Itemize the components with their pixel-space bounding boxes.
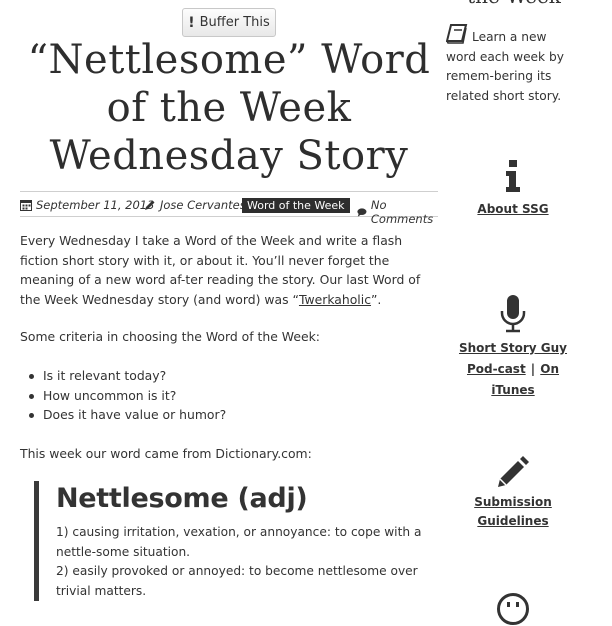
post-meta: September 11, 2013 Jose Cervantes Word o… <box>20 191 438 226</box>
criteria-intro: Some criteria in choosing the Word of th… <box>20 329 320 344</box>
list-item-text: Does it have value or humor? <box>43 407 227 422</box>
link-separator: | <box>530 362 536 376</box>
sidebar-item-submission: Submission Guidelines <box>446 455 580 531</box>
buffer-this-label: Buffer This <box>199 15 270 30</box>
list-item-text: Is it relevant today? <box>43 368 167 383</box>
microphone-icon <box>500 295 526 333</box>
info-icon <box>506 160 520 192</box>
post-title-line-2: of the Week <box>106 85 352 131</box>
about-ssg-link[interactable]: About SSG <box>477 200 548 219</box>
buffer-this-button[interactable]: ! Buffer This <box>182 8 276 37</box>
sidebar-intro: Learn a new word each week by remem-beri… <box>446 24 580 106</box>
face-icon <box>497 593 529 625</box>
sidebar-item-podcast: Short Story Guy Pod-cast | On iTunes <box>446 295 580 400</box>
sidebar-item-about: About SSG <box>446 160 580 219</box>
pencil-icon <box>145 200 155 210</box>
buffer-icon: ! <box>188 14 195 31</box>
book-icon <box>446 24 468 44</box>
definition-heading: Nettlesome (adj) <box>56 483 308 514</box>
bullet <box>29 413 34 418</box>
calendar-icon <box>20 200 32 211</box>
list-item: Does it have value or humor? <box>20 405 226 425</box>
post-title-line-1: “Nettlesome” Word <box>27 37 431 83</box>
list-item: How uncommon is it? <box>20 386 226 406</box>
source-line: This week our word came from Dictionary.… <box>20 446 312 461</box>
list-item: Is it relevant today? <box>20 366 226 386</box>
post-comments-link[interactable]: No Comments <box>371 198 438 226</box>
post-title: “Nettlesome” Word of the Week Wednesday … <box>20 36 438 180</box>
post-author: Jose Cervantes <box>144 198 246 212</box>
sidebar-heading: the Week <box>446 0 582 8</box>
twerkaholic-link[interactable]: Twerkaholic <box>299 292 371 307</box>
criteria-list: Is it relevant today? How uncommon is it… <box>20 366 226 425</box>
post-category-tag[interactable]: Word of the Week <box>242 198 350 213</box>
submission-guidelines-link[interactable]: Submission Guidelines <box>446 493 580 531</box>
post-author-link[interactable]: Jose Cervantes <box>160 198 246 212</box>
comment-icon <box>357 207 367 217</box>
definition-line-2: 2) easily provoked or annoyed: to become… <box>56 564 418 598</box>
post-date-link[interactable]: September 11, 2013 <box>36 198 154 212</box>
post-title-line-3: Wednesday Story <box>49 133 409 179</box>
post-comments: No Comments <box>357 198 438 226</box>
intro-text-after-link: ”. <box>371 291 382 307</box>
bullet <box>29 393 34 399</box>
sidebar-item-face <box>446 592 580 626</box>
list-item-text: How uncommon is it? <box>43 387 177 403</box>
intro-paragraph: Every Wednesday I take a Word of the Wee… <box>20 231 438 309</box>
definition-blockquote: Nettlesome (adj) 1) causing irritation, … <box>34 481 438 601</box>
bullet <box>29 374 34 379</box>
pencil-icon <box>498 456 529 487</box>
post-date: September 11, 2013 <box>20 198 154 212</box>
definition-line-1: 1) causing irritation, vexation, or anno… <box>56 525 422 559</box>
